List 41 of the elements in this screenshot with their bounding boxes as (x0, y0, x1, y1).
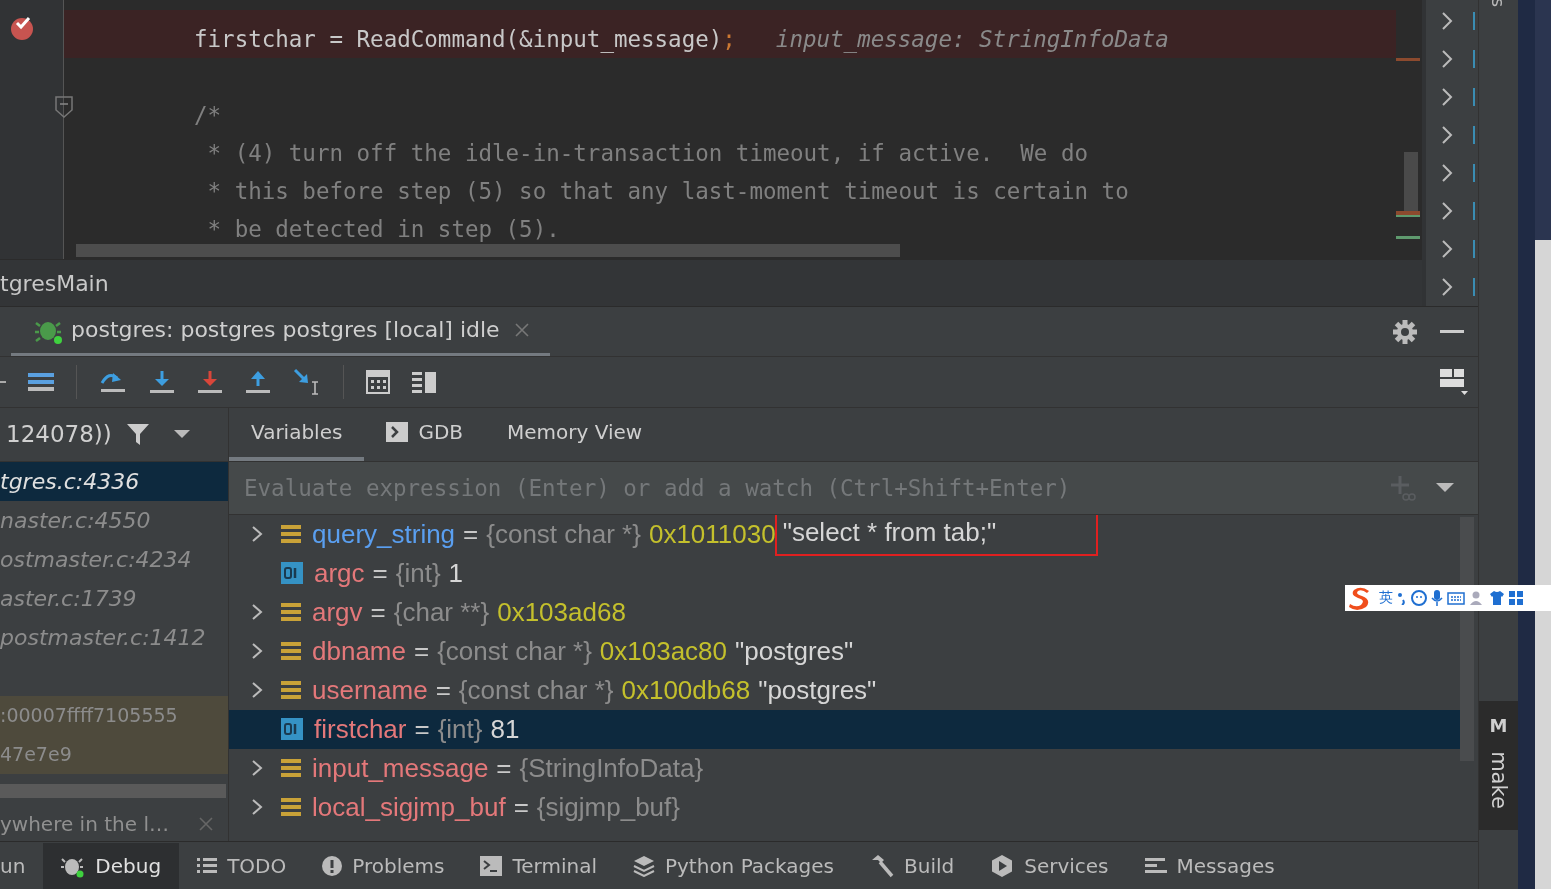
variable-value: "postgres" (758, 674, 877, 706)
variable-name: argc (314, 557, 365, 589)
code-comment: * (4) turn off the idle-in-transaction timeout, if active. We do (206, 140, 1089, 166)
code-comment: * this before step (5) so that any last-moment timeout is certain to (206, 178, 1129, 204)
variable-value: 81 (490, 713, 520, 745)
equals-sign: = (496, 752, 512, 784)
variable-name: local_sigjmp_buf (312, 791, 506, 823)
variable-type: {const char *} (486, 518, 641, 550)
variable-name: username (312, 674, 428, 706)
variable-type: {char **} (393, 596, 490, 628)
variable-type: {sigjmp_buf} (536, 791, 680, 823)
variable-type: {int} (437, 713, 483, 745)
equals-sign: = (435, 674, 451, 706)
hint-text: ywhere in the l… (0, 811, 169, 836)
variable-address: 0x103ad68 (497, 596, 626, 628)
variable-value: "postgres" (735, 635, 854, 667)
variable-type: {const char *} (458, 674, 614, 706)
code-comment: * be detected in step (5). (206, 216, 560, 242)
variable-name: dbname (312, 635, 406, 667)
variable-name: input_message (312, 752, 489, 784)
equals-sign: = (370, 596, 386, 628)
variable-type: {StringInfoData} (519, 752, 704, 784)
equals-sign: = (463, 518, 479, 550)
semicolon: ; (722, 26, 736, 52)
variable-address: 0x100db68 (621, 674, 751, 706)
variable-value: "select * from tab;" (782, 516, 997, 548)
variable-address: 0x1011030 (648, 518, 776, 550)
variable-name: query_string (312, 518, 456, 550)
equals-sign: = (414, 713, 430, 745)
equals-sign: = (372, 557, 388, 589)
variable-address: 0x103ac80 (599, 635, 728, 667)
code-comment: /* (194, 102, 222, 128)
equals-sign: = (513, 791, 529, 823)
variable-type: {const char *} (437, 635, 592, 667)
variable-name: argv (312, 596, 363, 628)
equals-sign: = (413, 635, 430, 667)
variable-value: 1 (448, 557, 464, 589)
variable-name: firstchar (314, 713, 407, 745)
inline-hint: input_message: StringInfoData (775, 26, 1169, 52)
code-text: firstchar = ReadCommand(&input_message) (194, 26, 723, 52)
variable-type: {int} (395, 557, 441, 589)
